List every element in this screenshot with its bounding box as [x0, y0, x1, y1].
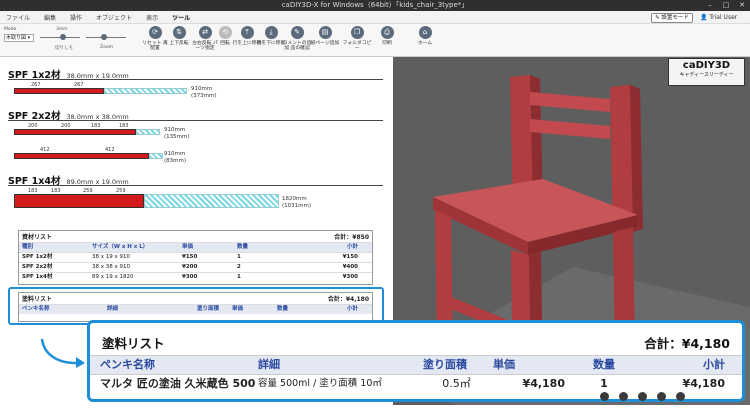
- view-control-icon[interactable]: [657, 392, 666, 401]
- view-control-icon[interactable]: [676, 392, 685, 401]
- remain-note: 910mm (135mm): [164, 127, 190, 140]
- dim-label: 200: [61, 123, 71, 129]
- dim-label: 183: [119, 123, 129, 129]
- print-button[interactable]: ⎙ 印刷: [372, 26, 402, 46]
- materials-title: 資材リスト: [22, 234, 53, 241]
- zoom-slider-handle[interactable]: [101, 34, 107, 40]
- dim-label: 200: [28, 123, 38, 129]
- user-name: Trial User: [709, 14, 738, 21]
- window-title-bar: caDIY3D-X for Windows（64bit）「kids_chair_…: [0, 0, 750, 11]
- window-title: caDIY3D-X for Windows（64bit）「kids_chair_…: [281, 1, 469, 9]
- cut-slider-handle[interactable]: [60, 34, 66, 40]
- ribbon-button-label: ホーム: [417, 41, 433, 46]
- page-add-icon: ▤: [318, 26, 332, 39]
- board-piece[interactable]: [14, 194, 144, 208]
- view-control-icon[interactable]: [600, 392, 609, 401]
- dim-label: 183: [51, 188, 61, 194]
- remain-note: 910mm (373mm): [191, 86, 217, 99]
- cut-size-label: 3mm: [56, 27, 68, 32]
- materials-table: 資材リスト 合計：¥850 種別 サイズ（W x H x L） 単価 数量 小計 SPF …: [18, 230, 373, 285]
- remain-note: 1820mm (1031mm): [282, 196, 312, 209]
- folder-copy-icon: ❐: [350, 26, 364, 39]
- ribbon-button-label: 印刷: [382, 41, 392, 46]
- dim-label: 412: [105, 147, 115, 153]
- maximize-button[interactable]: □: [718, 0, 734, 11]
- row-down-icon: ⤓: [264, 26, 278, 39]
- dim-label: 412: [40, 147, 50, 153]
- menu-bar: ファイル 編集 操作 オブジェクト 表示 ツール: [0, 11, 750, 24]
- ribbon-button-label: コメントの追加 品の確認: [282, 41, 312, 51]
- home-button[interactable]: ⌂ ホーム: [410, 26, 440, 46]
- table-row[interactable]: SPF 1x4材 89 x 19 x 1820 ¥300 1 ¥300: [19, 272, 372, 282]
- ribbon-button-label: 紙ページ追加: [310, 41, 340, 46]
- view-control-icon[interactable]: [638, 392, 647, 401]
- materials-total: 合計：¥850: [334, 234, 369, 241]
- mode-select-value: 木取り図: [6, 35, 27, 41]
- board-piece[interactable]: [14, 153, 149, 159]
- view-control-icon[interactable]: [619, 392, 628, 401]
- mode-button[interactable]: ✎ 設置モード: [651, 13, 693, 23]
- window-controls: – □ ✕: [702, 0, 750, 11]
- zoom-label: Zoom: [100, 45, 113, 50]
- mode-select[interactable]: 木取り図 ▾: [4, 34, 34, 42]
- board-piece[interactable]: [14, 88, 104, 94]
- dim-label: 259: [83, 188, 93, 194]
- folder-copy-button[interactable]: ❐ フォルダコピー: [342, 26, 372, 51]
- divider: [8, 120, 383, 121]
- dim-label: 183: [28, 188, 38, 194]
- back-rail-top: [530, 92, 610, 112]
- table-header: ペンキ名称 詳細 塗り面積 単価 数量 小計: [90, 355, 742, 374]
- menu-tools[interactable]: ツール: [172, 13, 190, 22]
- table-header: 種別 サイズ（W x H x L） 単価 数量 小計: [19, 242, 372, 252]
- rotate-icon: ⟲: [218, 26, 232, 39]
- view-controls: [600, 392, 685, 401]
- cut-label: 切りしろ: [55, 46, 73, 51]
- flip-vertical-icon: ⇅: [172, 26, 186, 39]
- cadiy3d-logo: caDIY3D キャディースリーディー: [668, 58, 745, 86]
- dim-label: 183: [91, 123, 101, 129]
- dim-label: 267: [74, 82, 84, 88]
- paint-table-zoomed: 塗料リスト 合計：¥4,180 ペンキ名称 詳細 塗り面積 単価 数量 小計 マルタ 匠の塗…: [87, 320, 745, 402]
- table-row[interactable]: SPF 1x2材 38 x 19 x 910 ¥150 1 ¥150: [19, 252, 372, 262]
- paint-title: 塗料リスト: [102, 336, 165, 351]
- user-menu[interactable]: 👤 Trial User: [700, 13, 737, 23]
- board-offcut: [144, 194, 279, 208]
- menu-view[interactable]: 表示: [146, 13, 158, 22]
- table-row[interactable]: SPF 2x2材 38 x 38 x 910 ¥200 2 ¥400: [19, 262, 372, 272]
- table-row[interactable]: マルタ 匠の塗油 久米蔵色 500 容量 500ml / 塗り面積 10㎡ 0.5㎡…: [90, 374, 742, 393]
- ribbon-button-label: フォルダコピー: [342, 41, 372, 51]
- board-offcut: [136, 129, 160, 135]
- dim-label: 267: [31, 82, 41, 88]
- home-icon: ⌂: [418, 26, 432, 39]
- comment-button[interactable]: ✎ コメントの追加 品の確認: [282, 26, 312, 51]
- refresh-icon: ⟳: [148, 26, 162, 39]
- user-icon: 👤: [700, 14, 710, 21]
- menu-file[interactable]: ファイル: [6, 13, 30, 22]
- paint-total: 合計：¥4,180: [644, 336, 730, 351]
- page-add-button[interactable]: ▤ 紙ページ追加: [310, 26, 340, 46]
- mode-label: Mode: [4, 27, 17, 32]
- divider: [8, 185, 383, 186]
- menu-object[interactable]: オブジェクト: [96, 13, 132, 22]
- back-rail-middle: [530, 119, 610, 139]
- ribbon-toolbar: Mode 木取り図 ▾ 3mm 切りしろ Zoom ⟳ リセット 再配置 ⇅ 上下反転…: [0, 24, 750, 57]
- board-offcut: [104, 88, 187, 94]
- divider: [8, 79, 383, 80]
- minimize-button[interactable]: –: [702, 0, 718, 11]
- board-piece[interactable]: [14, 129, 136, 135]
- remain-note: 910mm (83mm): [164, 151, 187, 164]
- close-button[interactable]: ✕: [734, 0, 750, 11]
- dim-label: 259: [116, 188, 126, 194]
- menu-operate[interactable]: 操作: [70, 13, 82, 22]
- row-up-icon: ⤒: [240, 26, 254, 39]
- comment-icon: ✎: [290, 26, 304, 39]
- callout-arrow-icon: [40, 338, 85, 368]
- menu-edit[interactable]: 編集: [44, 13, 56, 22]
- board-offcut: [149, 153, 163, 159]
- print-icon: ⎙: [380, 26, 394, 39]
